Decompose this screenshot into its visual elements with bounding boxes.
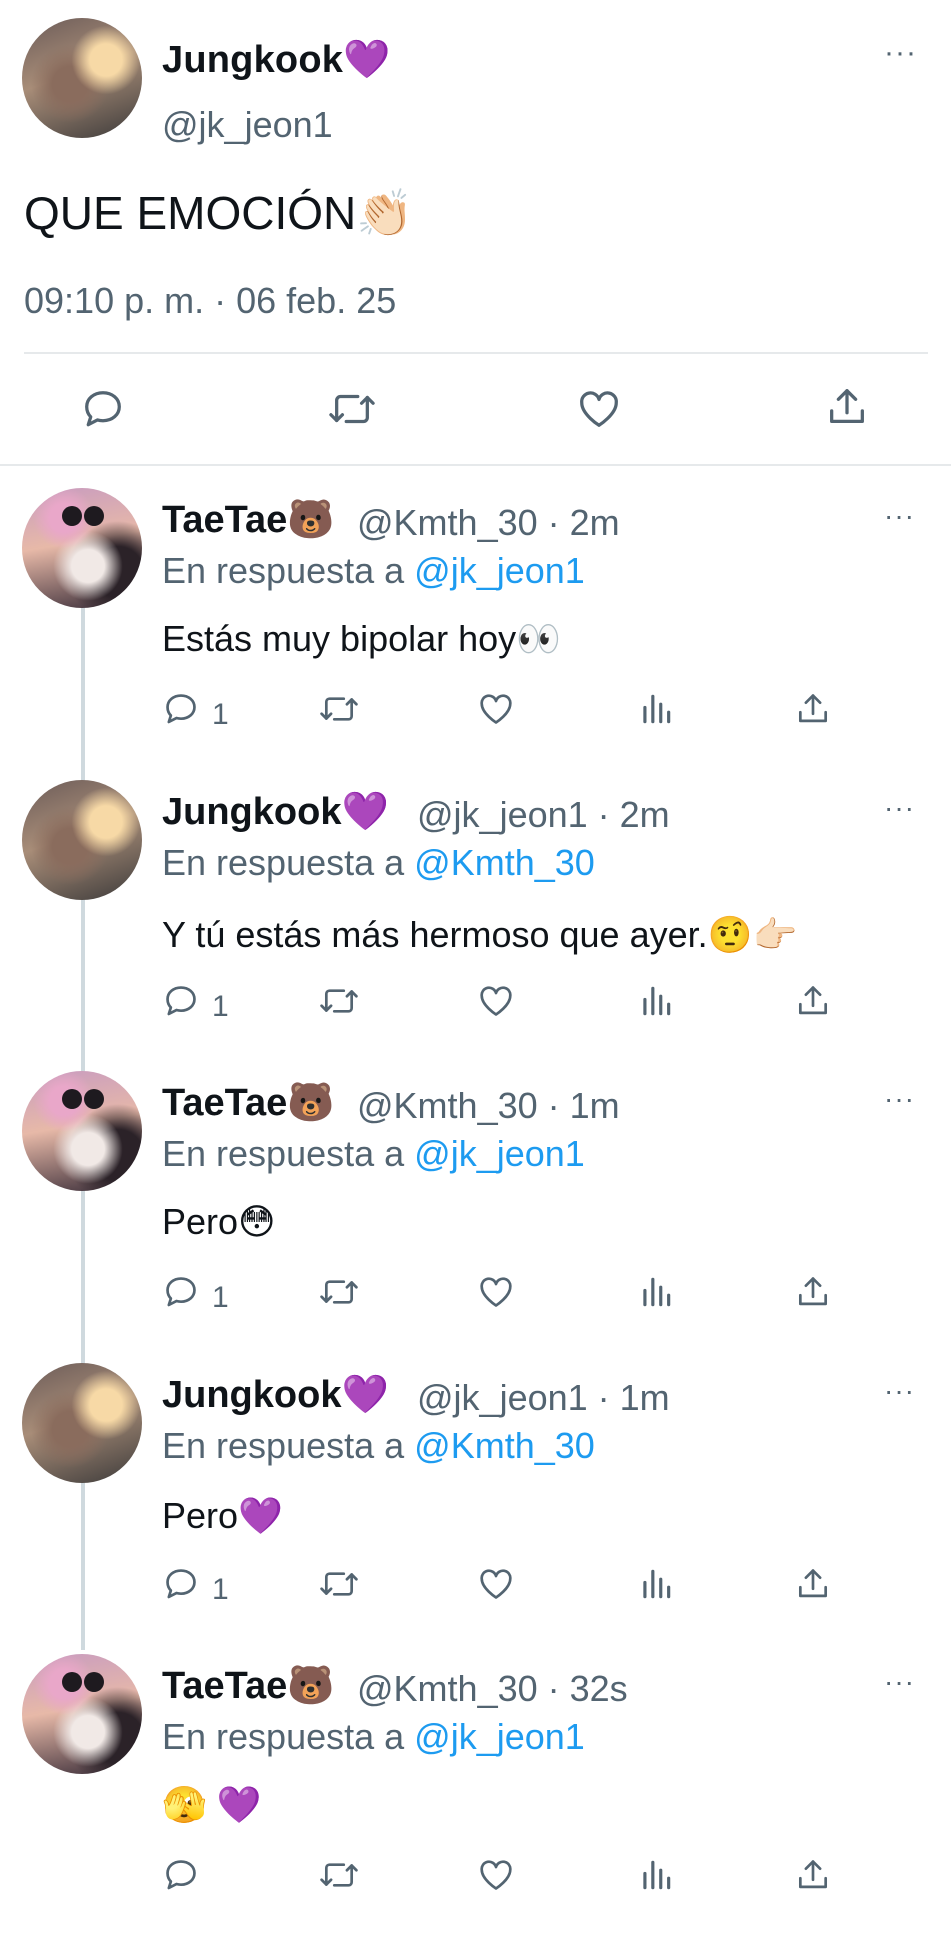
heart-icon[interactable] bbox=[477, 982, 515, 1020]
author-name[interactable]: TaeTae🐻 bbox=[162, 1664, 335, 1708]
reply-tweet: TaeTae🐻 @Kmth_30 · 32s ··· En respuesta … bbox=[0, 1654, 951, 1946]
reply-tweet: TaeTae🐻 @Kmth_30 · 2m ··· En respuesta a… bbox=[0, 488, 951, 780]
mention-link[interactable]: @Kmth_30 bbox=[414, 842, 595, 883]
more-icon[interactable]: ··· bbox=[884, 500, 915, 532]
more-icon[interactable]: ··· bbox=[884, 1375, 915, 1407]
in-reply-to: En respuesta a @jk_jeon1 bbox=[162, 1716, 585, 1758]
in-reply-to: En respuesta a @jk_jeon1 bbox=[162, 550, 585, 592]
views-icon[interactable] bbox=[637, 1273, 675, 1311]
in-reply-to: En respuesta a @Kmth_30 bbox=[162, 1425, 595, 1467]
author-handle-time[interactable]: @Kmth_30 · 2m bbox=[357, 502, 620, 544]
heart-icon[interactable] bbox=[477, 1856, 515, 1894]
reply-icon[interactable] bbox=[80, 386, 126, 432]
retweet-icon[interactable] bbox=[318, 1565, 360, 1603]
reply-icon[interactable] bbox=[162, 1273, 200, 1311]
author-handle-time[interactable]: @jk_jeon1 · 1m bbox=[417, 1377, 670, 1419]
more-icon[interactable]: ··· bbox=[884, 1666, 915, 1698]
tweet-text: 🫣 💜 bbox=[162, 1784, 262, 1825]
views-icon[interactable] bbox=[637, 690, 675, 728]
avatar[interactable] bbox=[22, 1071, 142, 1191]
mention-link[interactable]: @Kmth_30 bbox=[414, 1425, 595, 1466]
author-handle-time[interactable]: @Kmth_30 · 32s bbox=[357, 1668, 628, 1710]
mention-link[interactable]: @jk_jeon1 bbox=[414, 1133, 585, 1174]
author-name[interactable]: Jungkook💜 bbox=[162, 790, 389, 834]
divider bbox=[24, 352, 928, 354]
reply-count: 1 bbox=[212, 990, 229, 1023]
reply-icon[interactable] bbox=[162, 1856, 200, 1894]
divider bbox=[0, 464, 951, 466]
share-icon[interactable] bbox=[794, 690, 832, 728]
reply-icon[interactable] bbox=[162, 690, 200, 728]
share-icon[interactable] bbox=[794, 1565, 832, 1603]
tweet-text: Estás muy bipolar hoy👀 bbox=[162, 618, 561, 659]
retweet-icon[interactable] bbox=[327, 386, 377, 432]
mention-link[interactable]: @jk_jeon1 bbox=[414, 550, 585, 591]
retweet-icon[interactable] bbox=[318, 1856, 360, 1894]
reply-prefix: En respuesta a bbox=[162, 1133, 415, 1174]
reply-prefix: En respuesta a bbox=[162, 1425, 415, 1466]
heart-icon[interactable] bbox=[477, 690, 515, 728]
author-name[interactable]: TaeTae🐻 bbox=[162, 498, 335, 542]
author-name[interactable]: TaeTae🐻 bbox=[162, 1081, 335, 1125]
share-icon[interactable] bbox=[794, 1856, 832, 1894]
reply-prefix: En respuesta a bbox=[162, 1716, 415, 1757]
tweet-text: QUE EMOCIÓN👏🏻 bbox=[24, 187, 414, 239]
heart-icon[interactable] bbox=[576, 386, 622, 432]
views-icon[interactable] bbox=[637, 1856, 675, 1894]
reply-prefix: En respuesta a bbox=[162, 842, 415, 883]
author-name[interactable]: Jungkook💜 bbox=[162, 38, 391, 82]
avatar[interactable] bbox=[22, 1654, 142, 1774]
tweet-text: Pero😳 bbox=[162, 1201, 276, 1242]
author-handle[interactable]: @jk_jeon1 bbox=[162, 104, 333, 146]
retweet-icon[interactable] bbox=[318, 1273, 360, 1311]
in-reply-to: En respuesta a @Kmth_30 bbox=[162, 842, 595, 884]
reply-tweet: Jungkook💜 @jk_jeon1 · 2m ··· En respuest… bbox=[0, 780, 951, 1072]
reply-tweet: Jungkook💜 @jk_jeon1 · 1m ··· En respuest… bbox=[0, 1363, 951, 1655]
share-icon[interactable] bbox=[824, 384, 870, 430]
reply-icon[interactable] bbox=[162, 1565, 200, 1603]
tweet-text: Pero💜 bbox=[162, 1495, 283, 1536]
in-reply-to: En respuesta a @jk_jeon1 bbox=[162, 1133, 585, 1175]
author-handle-time[interactable]: @jk_jeon1 · 2m bbox=[417, 794, 670, 836]
views-icon[interactable] bbox=[637, 1565, 675, 1603]
avatar[interactable] bbox=[22, 780, 142, 900]
reply-count: 1 bbox=[212, 1573, 229, 1606]
reply-tweet: TaeTae🐻 @Kmth_30 · 1m ··· En respuesta a… bbox=[0, 1071, 951, 1363]
reply-count: 1 bbox=[212, 1281, 229, 1314]
retweet-icon[interactable] bbox=[318, 690, 360, 728]
retweet-icon[interactable] bbox=[318, 982, 360, 1020]
heart-icon[interactable] bbox=[477, 1273, 515, 1311]
avatar[interactable] bbox=[22, 1363, 142, 1483]
author-name[interactable]: Jungkook💜 bbox=[162, 1373, 389, 1417]
avatar[interactable] bbox=[22, 18, 142, 138]
more-icon[interactable]: ··· bbox=[884, 1083, 915, 1115]
author-handle-time[interactable]: @Kmth_30 · 1m bbox=[357, 1085, 620, 1127]
tweet-timestamp[interactable]: 09:10 p. m. · 06 feb. 25 bbox=[24, 280, 396, 322]
views-icon[interactable] bbox=[637, 982, 675, 1020]
more-icon[interactable]: ··· bbox=[884, 792, 915, 824]
more-icon[interactable]: ··· bbox=[884, 38, 917, 68]
mention-link[interactable]: @jk_jeon1 bbox=[414, 1716, 585, 1757]
heart-icon[interactable] bbox=[477, 1565, 515, 1603]
reply-count: 1 bbox=[212, 698, 229, 731]
share-icon[interactable] bbox=[794, 982, 832, 1020]
main-tweet: Jungkook💜 @jk_jeon1 ··· QUE EMOCIÓN👏🏻 09… bbox=[0, 0, 951, 465]
share-icon[interactable] bbox=[794, 1273, 832, 1311]
reply-prefix: En respuesta a bbox=[162, 550, 415, 591]
tweet-text: Y tú estás más hermoso que ayer.🤨👉🏻 bbox=[162, 914, 798, 955]
reply-icon[interactable] bbox=[162, 982, 200, 1020]
avatar[interactable] bbox=[22, 488, 142, 608]
